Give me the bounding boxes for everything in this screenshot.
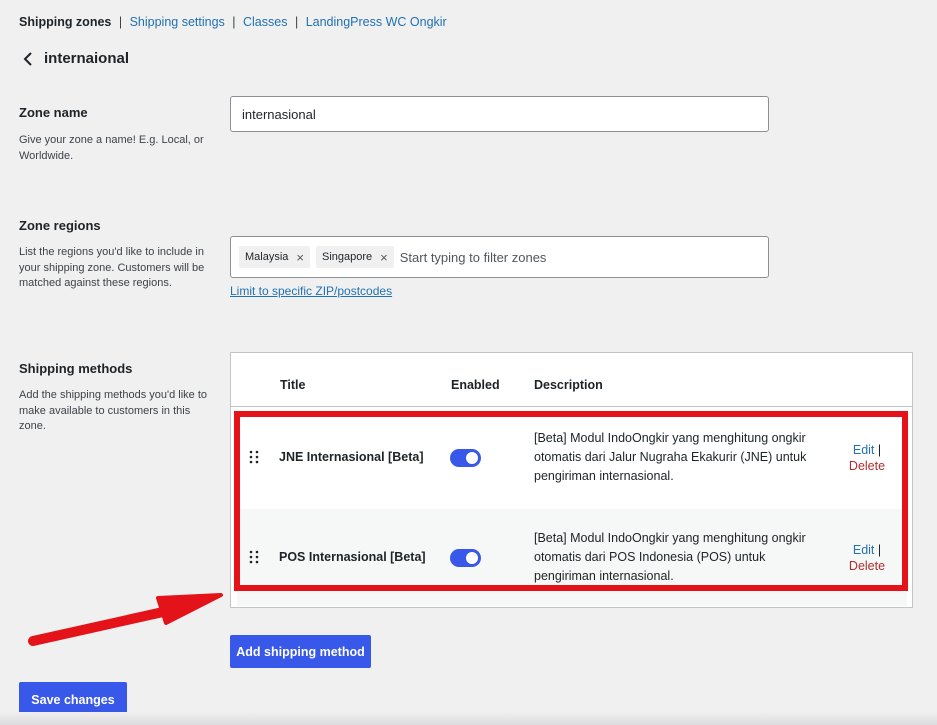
method-title: JNE Internasional [Beta] [279, 450, 424, 464]
subnav-separator: | [118, 15, 123, 29]
method-description: [Beta] Modul IndoOngkir yang menghitung … [534, 531, 806, 583]
edit-link[interactable]: Edit [853, 543, 875, 557]
edit-link[interactable]: Edit [853, 443, 875, 457]
limit-zip-link[interactable]: Limit to specific ZIP/postcodes [230, 284, 392, 298]
method-enabled-toggle[interactable] [450, 449, 481, 467]
region-chip-label: Singapore [322, 251, 373, 263]
zone-regions-label: Zone regions [19, 218, 101, 233]
drag-handle-icon[interactable] [249, 550, 259, 564]
method-description: [Beta] Modul IndoOngkir yang menghitung … [534, 431, 807, 483]
close-icon[interactable]: × [380, 251, 388, 264]
table-row: POS Internasional [Beta] [Beta] Modul In… [237, 509, 907, 606]
subnav-separator: | [232, 15, 236, 29]
column-description: Description [534, 378, 603, 392]
zone-name-label: Zone name [19, 105, 88, 120]
action-separator: | [877, 543, 882, 557]
table-header: Title Enabled Description [231, 353, 912, 407]
zone-name-input[interactable] [230, 96, 769, 132]
zone-name-description: Give your zone a name! E.g. Local, or Wo… [19, 134, 204, 162]
subnav-separator: | [294, 15, 299, 29]
page-bottom-edge [0, 712, 937, 725]
toggle-knob [466, 552, 478, 564]
delete-link[interactable]: Delete [849, 459, 885, 473]
region-chip: Singapore × [316, 246, 394, 268]
subnav-shipping-settings[interactable]: Shipping settings [130, 15, 225, 29]
zone-header: internaional [20, 50, 129, 67]
method-enabled-toggle[interactable] [450, 549, 481, 567]
shipping-methods-label: Shipping methods [19, 361, 133, 376]
column-title: Title [280, 378, 306, 392]
chevron-left-icon[interactable] [20, 51, 36, 67]
table-row: JNE Internasional [Beta] [Beta] Modul In… [237, 412, 907, 509]
column-enabled: Enabled [451, 378, 500, 392]
close-icon[interactable]: × [296, 251, 304, 264]
shipping-methods-table: Title Enabled Description JNE Internasio… [230, 352, 913, 608]
zone-regions-description: List the regions you'd like to include i… [19, 246, 205, 289]
method-actions: Edit | Delete [837, 442, 897, 474]
shipping-subnav: Shipping zones | Shipping settings | Cla… [19, 15, 447, 29]
subnav-shipping-zones[interactable]: Shipping zones [19, 15, 111, 29]
page-title: internaional [44, 50, 130, 67]
region-chip: Malaysia × [239, 246, 310, 268]
subnav-landingpress-wc-ongkir[interactable]: LandingPress WC Ongkir [306, 15, 447, 29]
subnav-classes[interactable]: Classes [243, 15, 287, 29]
regions-filter-input[interactable] [399, 249, 760, 265]
method-title: POS Internasional [Beta] [279, 550, 426, 564]
method-actions: Edit | Delete [837, 542, 897, 574]
region-chip-label: Malaysia [245, 251, 289, 263]
shipping-methods-description: Add the shipping methods you'd like to m… [19, 389, 207, 432]
zone-regions-select[interactable]: Malaysia × Singapore × [230, 236, 769, 278]
add-shipping-method-button[interactable]: Add shipping method [230, 635, 371, 668]
toggle-knob [466, 452, 478, 464]
drag-handle-icon[interactable] [249, 450, 259, 464]
action-separator: | [877, 443, 882, 457]
delete-link[interactable]: Delete [849, 559, 885, 573]
